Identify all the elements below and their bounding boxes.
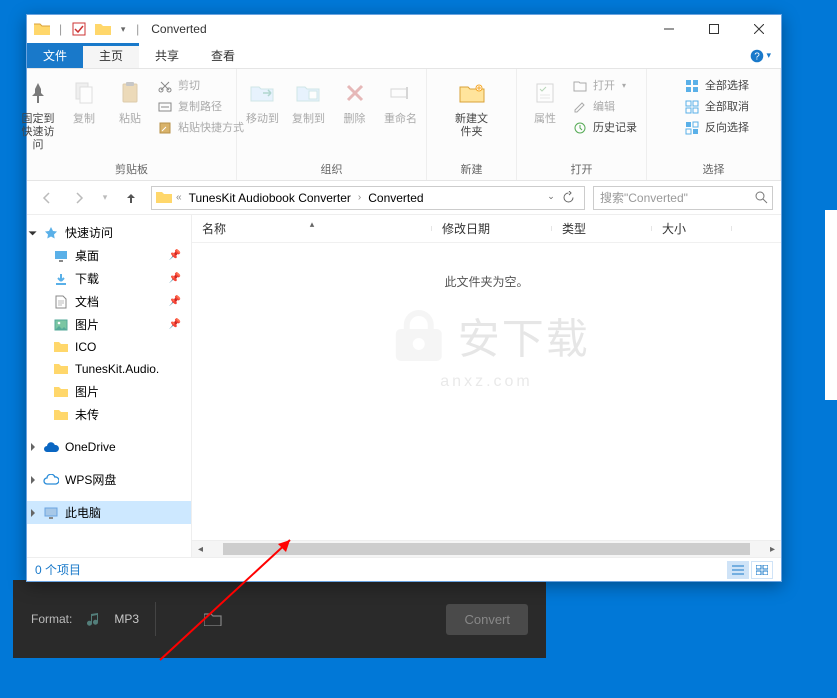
ribbon: 固定到快速访问 复制 粘贴 剪切 复制路径: [27, 69, 781, 181]
chevron-down-icon[interactable]: ▾: [118, 20, 128, 38]
copy-to-button[interactable]: 复制到: [286, 75, 332, 128]
sidebar-downloads[interactable]: 下载 📌: [27, 267, 191, 290]
pin-icon: 📌: [169, 319, 181, 330]
help-icon[interactable]: ? ▾: [740, 43, 781, 68]
copy-button[interactable]: 复制: [61, 75, 107, 128]
item-count: 0 个项目: [35, 561, 81, 578]
delete-button[interactable]: 删除: [332, 75, 378, 128]
new-folder-button[interactable]: 新建文件夹: [449, 75, 495, 141]
col-size[interactable]: 大小: [652, 220, 732, 237]
rename-button[interactable]: 重命名: [378, 75, 424, 128]
sort-ascending-icon: ▴: [310, 219, 315, 230]
sidebar-quick-access[interactable]: 快速访问: [27, 221, 191, 244]
sidebar-documents[interactable]: 文档 📌: [27, 290, 191, 313]
convert-button[interactable]: Convert: [446, 604, 528, 635]
sidebar-pictures[interactable]: 图片 📌: [27, 313, 191, 336]
folder-icon: [156, 190, 172, 206]
folder-icon: [53, 361, 69, 377]
status-bar: 0 个项目: [27, 557, 781, 581]
sidebar-tuneskit[interactable]: TunesKit.Audio.: [27, 358, 191, 380]
desktop-icon: [53, 248, 69, 264]
folder-icon: [53, 384, 69, 400]
tab-share[interactable]: 共享: [139, 43, 195, 68]
sidebar-this-pc[interactable]: 此电脑: [27, 501, 191, 524]
tab-view[interactable]: 查看: [195, 43, 251, 68]
horizontal-scrollbar[interactable]: ◂ ▸: [192, 540, 781, 557]
col-type[interactable]: 类型: [552, 220, 652, 237]
folder-icon: [33, 20, 51, 38]
tab-home[interactable]: 主页: [83, 43, 139, 68]
star-icon: [43, 225, 59, 241]
explorer-window: | ▾ | Converted 文件 主页 共享 查看: [26, 14, 782, 582]
sidebar-ico[interactable]: ICO: [27, 336, 191, 358]
pin-quick-access-button[interactable]: 固定到快速访问: [15, 75, 61, 155]
details-view-toggle[interactable]: [727, 561, 749, 579]
column-headers: 名称 ▴ 修改日期 类型 大小: [192, 215, 781, 243]
col-name[interactable]: 名称 ▴: [192, 220, 432, 237]
crumb-parent[interactable]: TunesKit Audiobook Converter: [186, 191, 354, 205]
forward-button[interactable]: [67, 186, 91, 210]
qat-folder-icon[interactable]: [94, 20, 112, 38]
edit-button[interactable]: 编辑: [568, 98, 641, 116]
invert-selection-button[interactable]: 反向选择: [680, 119, 753, 137]
recent-dropdown[interactable]: ▾: [99, 186, 111, 210]
checkbox-icon[interactable]: [70, 20, 88, 38]
sidebar-onedrive[interactable]: OneDrive: [27, 436, 191, 458]
minimize-button[interactable]: [646, 15, 691, 43]
icons-view-toggle[interactable]: [751, 561, 773, 579]
crumb-current[interactable]: Converted: [365, 191, 426, 205]
window-title: Converted: [151, 22, 206, 36]
folder-icon: [53, 407, 69, 423]
history-button[interactable]: 历史记录: [568, 119, 641, 137]
sidebar-pictures2[interactable]: 图片: [27, 380, 191, 403]
scroll-left-icon[interactable]: ◂: [192, 541, 209, 558]
close-button[interactable]: [736, 15, 781, 43]
address-dropdown[interactable]: ⌄: [542, 191, 560, 204]
format-icon: [84, 610, 102, 628]
pin-icon: 📌: [169, 273, 181, 284]
cloud-icon: [43, 472, 59, 488]
open-folder-icon[interactable]: [202, 610, 224, 628]
cloud-icon: [43, 439, 59, 455]
paste-button[interactable]: 粘贴: [107, 75, 153, 128]
svg-text:?: ?: [755, 51, 761, 62]
empty-folder-message: 此文件夹为空。: [192, 243, 781, 290]
col-date[interactable]: 修改日期: [432, 220, 552, 237]
document-icon: [53, 294, 69, 310]
pc-icon: [43, 505, 59, 521]
tab-file[interactable]: 文件: [27, 43, 83, 68]
sidebar: 快速访问 桌面 📌 下载 📌 文档 📌 图片 📌: [27, 215, 192, 557]
select-none-button[interactable]: 全部取消: [680, 98, 753, 116]
up-button[interactable]: [119, 186, 143, 210]
format-label: Format:: [31, 612, 72, 626]
sidebar-desktop[interactable]: 桌面 📌: [27, 244, 191, 267]
search-input[interactable]: [593, 186, 773, 210]
content-area: 名称 ▴ 修改日期 类型 大小 此文件夹为空。 安下载 anxz.com ◂ ▸: [192, 215, 781, 557]
picture-icon: [53, 317, 69, 333]
format-value[interactable]: MP3: [114, 612, 139, 626]
open-button[interactable]: 打开▾: [568, 77, 641, 95]
titlebar: | ▾ | Converted: [27, 15, 781, 43]
properties-button[interactable]: 属性: [522, 75, 568, 128]
back-button[interactable]: [35, 186, 59, 210]
folder-icon: [53, 339, 69, 355]
scroll-right-icon[interactable]: ▸: [764, 541, 781, 558]
search-icon[interactable]: [755, 191, 768, 204]
refresh-icon[interactable]: [562, 191, 580, 204]
breadcrumb[interactable]: « TunesKit Audiobook Converter › Convert…: [151, 186, 585, 210]
address-bar: ▾ « TunesKit Audiobook Converter › Conve…: [27, 181, 781, 215]
ribbon-tabs: 文件 主页 共享 查看 ? ▾: [27, 43, 781, 69]
pin-icon: 📌: [169, 250, 181, 261]
select-all-button[interactable]: 全部选择: [680, 77, 753, 95]
tuneskit-footer: Format: MP3 Convert: [13, 580, 546, 658]
maximize-button[interactable]: [691, 15, 736, 43]
download-icon: [53, 271, 69, 287]
move-to-button[interactable]: 移动到: [240, 75, 286, 128]
sidebar-weichuan[interactable]: 未传: [27, 403, 191, 426]
sidebar-wps[interactable]: WPS网盘: [27, 468, 191, 491]
pin-icon: 📌: [169, 296, 181, 307]
